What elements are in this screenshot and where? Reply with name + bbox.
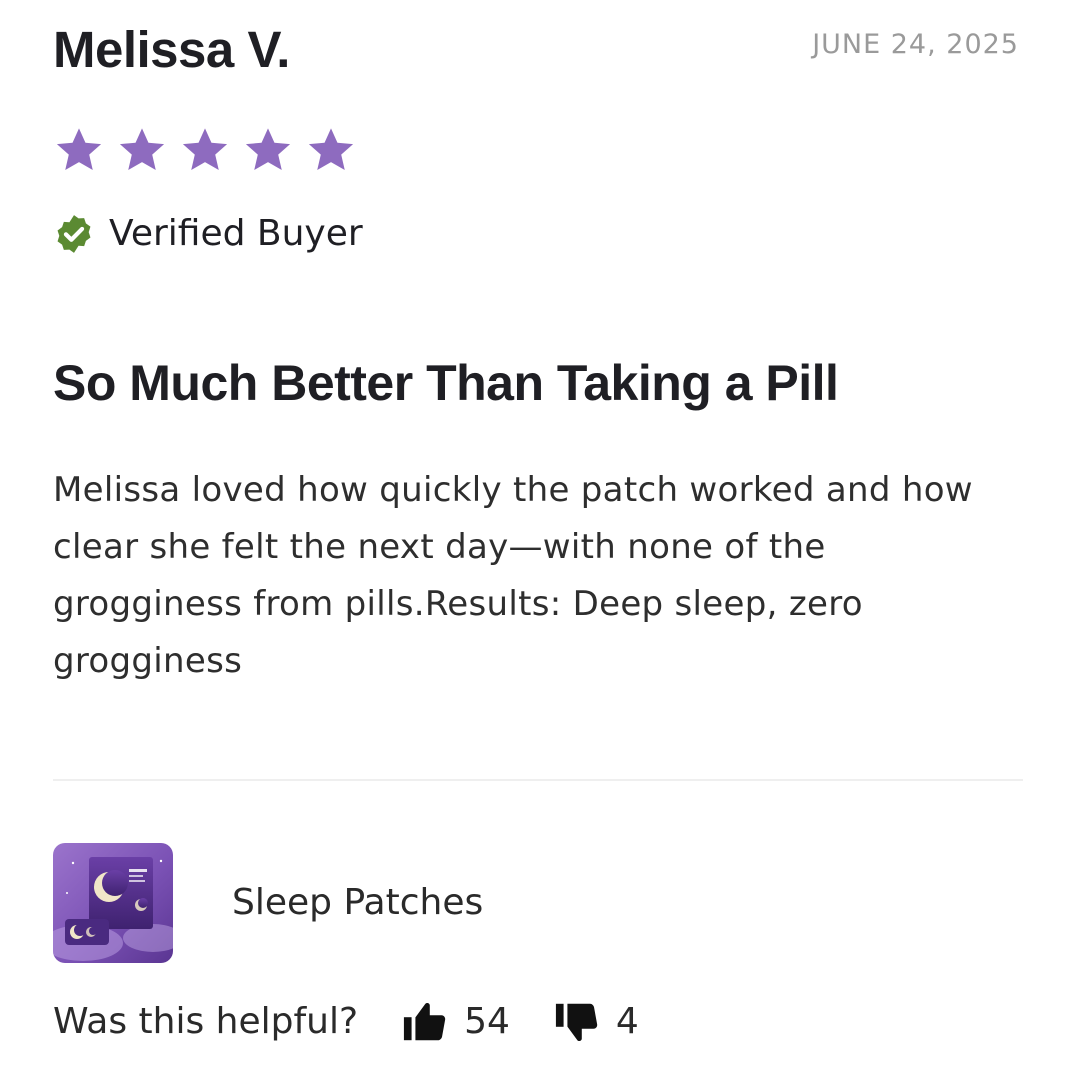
downvote-button[interactable]: 4 <box>554 997 639 1047</box>
review-body: Melissa loved how quickly the patch work… <box>53 470 973 681</box>
star-icon <box>245 128 291 170</box>
helpful-vote-row: Was this helpful? 54 4 <box>53 994 639 1050</box>
star-icon <box>119 128 165 170</box>
star-icon <box>56 128 102 170</box>
star-rating <box>54 125 356 175</box>
thumbs-down-icon <box>555 1003 598 1042</box>
verified-label: Verified Buyer <box>109 213 363 254</box>
review-title: So Much Better Than Taking a Pill <box>53 355 839 411</box>
star-icon <box>308 128 354 170</box>
upvote-button[interactable]: 54 <box>402 997 510 1047</box>
product-thumbnail[interactable] <box>53 843 173 963</box>
upvote-count: 54 <box>464 1001 510 1042</box>
helpful-question: Was this helpful? <box>53 1001 359 1042</box>
reviewer-name: Melissa V. <box>53 21 290 78</box>
product-name[interactable]: Sleep Patches <box>232 878 483 928</box>
review-date: JUNE 24, 2025 <box>812 29 1019 60</box>
thumbs-up-icon <box>404 1002 446 1041</box>
verified-check-icon <box>57 215 91 253</box>
star-icon <box>182 128 228 170</box>
downvote-count: 4 <box>615 1001 639 1042</box>
verified-buyer-badge: Verified Buyer <box>53 210 363 258</box>
divider <box>53 779 1023 781</box>
